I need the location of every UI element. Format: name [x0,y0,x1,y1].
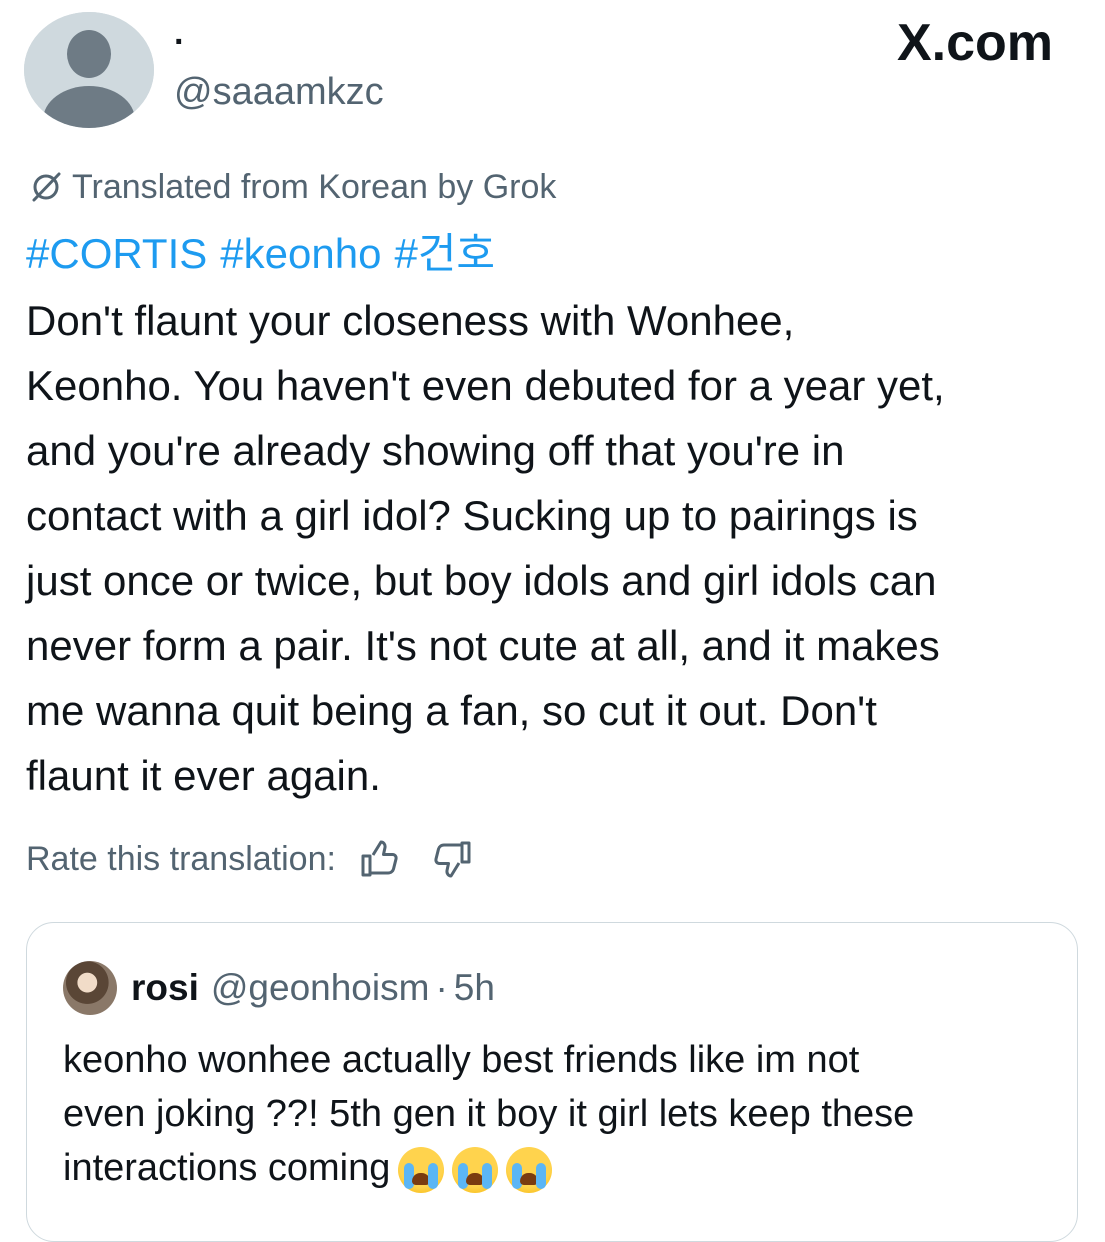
author-avatar[interactable] [24,12,154,128]
rate-label: Rate this translation: [26,840,336,878]
x-brand-logo: X.com [897,14,1053,72]
hashtag-link[interactable]: #keonho [220,226,381,282]
thumbs-up-button[interactable] [354,834,404,884]
translation-label: Translated from Korean by Grok [72,168,557,206]
loudly-crying-face-icon [452,1146,499,1193]
quoted-tweet-text: keonho wonhee actually best friends like… [63,1033,1053,1195]
quoted-timestamp[interactable]: 5h [454,965,495,1011]
quoted-author-name[interactable]: rosi [131,965,199,1011]
emoji-group [398,1146,553,1193]
translation-notice: Translated from Korean by Grok [28,166,556,208]
quoted-tweet[interactable]: rosi @geonhoism · 5h keonho wonhee actua… [26,922,1078,1242]
hashtag-link[interactable]: #건호 [394,226,495,282]
quoted-author-handle[interactable]: @geonhoism [211,965,430,1011]
quoted-author-avatar[interactable] [63,961,117,1015]
thumbs-down-icon [434,841,471,878]
loudly-crying-face-icon [398,1146,445,1193]
quoted-tweet-header: rosi @geonhoism · 5h [63,961,495,1015]
hashtag-link[interactable]: #CORTIS [26,226,207,282]
loudly-crying-face-icon [506,1146,553,1193]
default-avatar-icon [24,12,154,128]
hashtag-list: #CORTIS #keonho #건호 [26,226,495,282]
rate-translation: Rate this translation: [26,834,478,884]
thumbs-up-icon [361,840,398,877]
brand-text: X.com [896,14,1053,72]
separator-dot: · [435,967,448,1008]
author-display-name[interactable]: · [174,22,185,62]
thumbs-down-button[interactable] [428,834,478,884]
author-handle[interactable]: @saaamkzc [174,70,384,114]
grok-icon [32,172,61,202]
tweet-text: Don't flaunt your closeness with Wonhee,… [26,297,945,799]
